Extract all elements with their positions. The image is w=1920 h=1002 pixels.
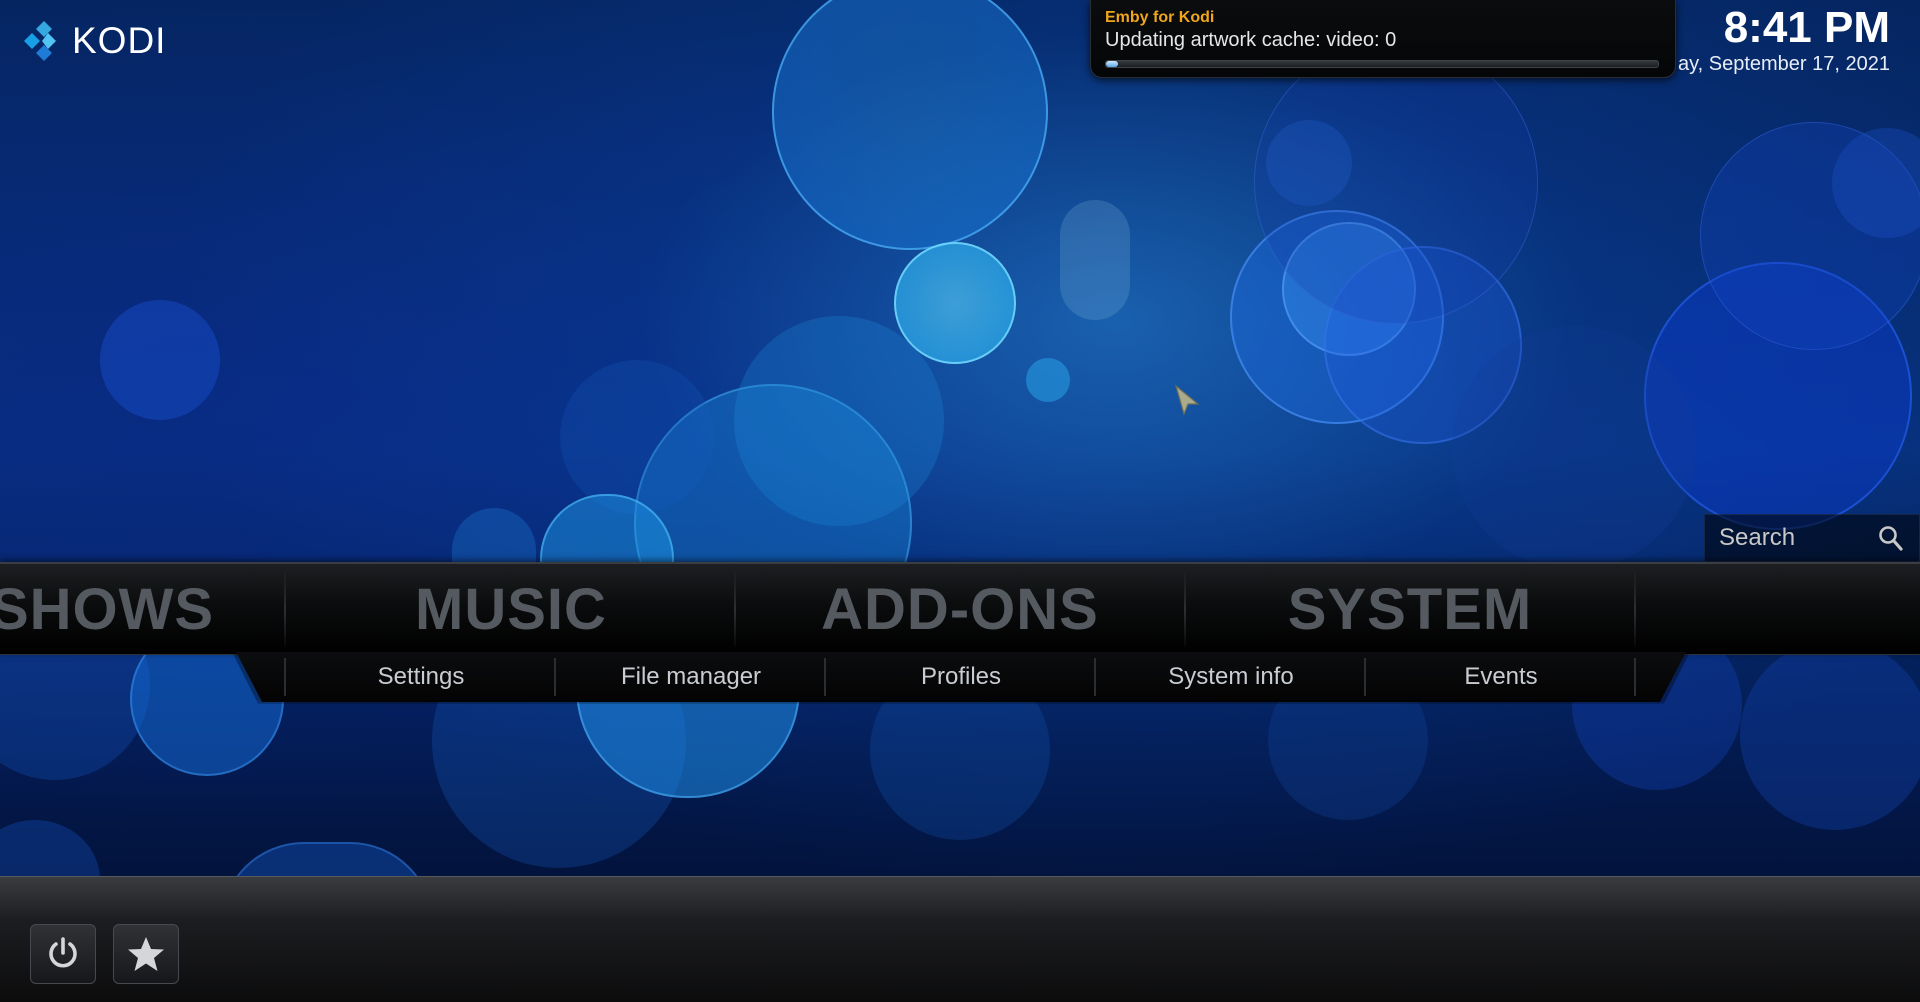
logo-text: KODI — [72, 20, 167, 61]
menu-item-system[interactable]: SYSTEM — [1186, 564, 1634, 654]
notification-progress-bar — [1105, 60, 1659, 68]
submenu-item-label: File manager — [620, 663, 762, 690]
search-label: Search — [1719, 524, 1796, 551]
notification-title: Emby for Kodi — [1105, 9, 1215, 26]
submenu-item-settings[interactable]: Settings — [286, 652, 556, 702]
notification-toast: Emby for Kodi Updating artwork cache: vi… — [1090, 0, 1676, 78]
submenu-item-label: Settings — [377, 663, 465, 690]
submenu-item-label: Events — [1464, 663, 1538, 690]
notification-progress-fill — [1106, 61, 1118, 67]
menu-separator — [284, 572, 286, 646]
menu-item-label: ADD-ONS — [821, 576, 1099, 642]
submenu-item-label: Profiles — [920, 663, 1002, 690]
submenu-item-file-manager[interactable]: File manager — [556, 652, 826, 702]
clock-date: ay, September 17, 2021 — [1678, 53, 1890, 75]
mouse-cursor-icon — [1174, 384, 1200, 416]
menu-item-shows[interactable]: SHOWS — [0, 564, 326, 654]
power-icon — [49, 937, 77, 968]
clock: 8:41 PM ay, September 17, 2021 — [1678, 4, 1890, 76]
power-button[interactable] — [30, 924, 96, 984]
bottom-bar — [0, 876, 1920, 1002]
menu-item-label: SHOWS — [0, 576, 215, 642]
submenu-separator — [1634, 658, 1636, 696]
submenu-item-events[interactable]: Events — [1366, 652, 1636, 702]
menu-separator — [1634, 572, 1636, 646]
notification-message: Updating artwork cache: video: 0 — [1105, 29, 1397, 51]
search-icon — [1879, 526, 1903, 551]
submenu-item-label: System info — [1168, 663, 1294, 690]
submenu-item-system-info[interactable]: System info — [1096, 652, 1366, 702]
menu-item-label: MUSIC — [415, 576, 607, 642]
kodi-logo: KODI — [22, 18, 166, 64]
menu-item-add-ons[interactable]: ADD-ONS — [736, 564, 1184, 654]
main-menu-bar: SHOWS MUSIC ADD-ONS SYSTEM — [0, 562, 1920, 655]
submenu-item-profiles[interactable]: Profiles — [826, 652, 1096, 702]
kodi-logo-icon — [24, 21, 56, 61]
background — [0, 0, 1920, 1001]
submenu-bar: Settings File manager Profiles System in… — [236, 652, 1686, 702]
clock-time: 8:41 PM — [1723, 3, 1890, 52]
menu-item-label: SYSTEM — [1287, 576, 1533, 642]
star-icon — [128, 937, 164, 971]
search-button[interactable]: Search — [1704, 514, 1920, 562]
menu-item-music[interactable]: MUSIC — [287, 564, 735, 654]
favourites-button[interactable] — [113, 924, 179, 984]
